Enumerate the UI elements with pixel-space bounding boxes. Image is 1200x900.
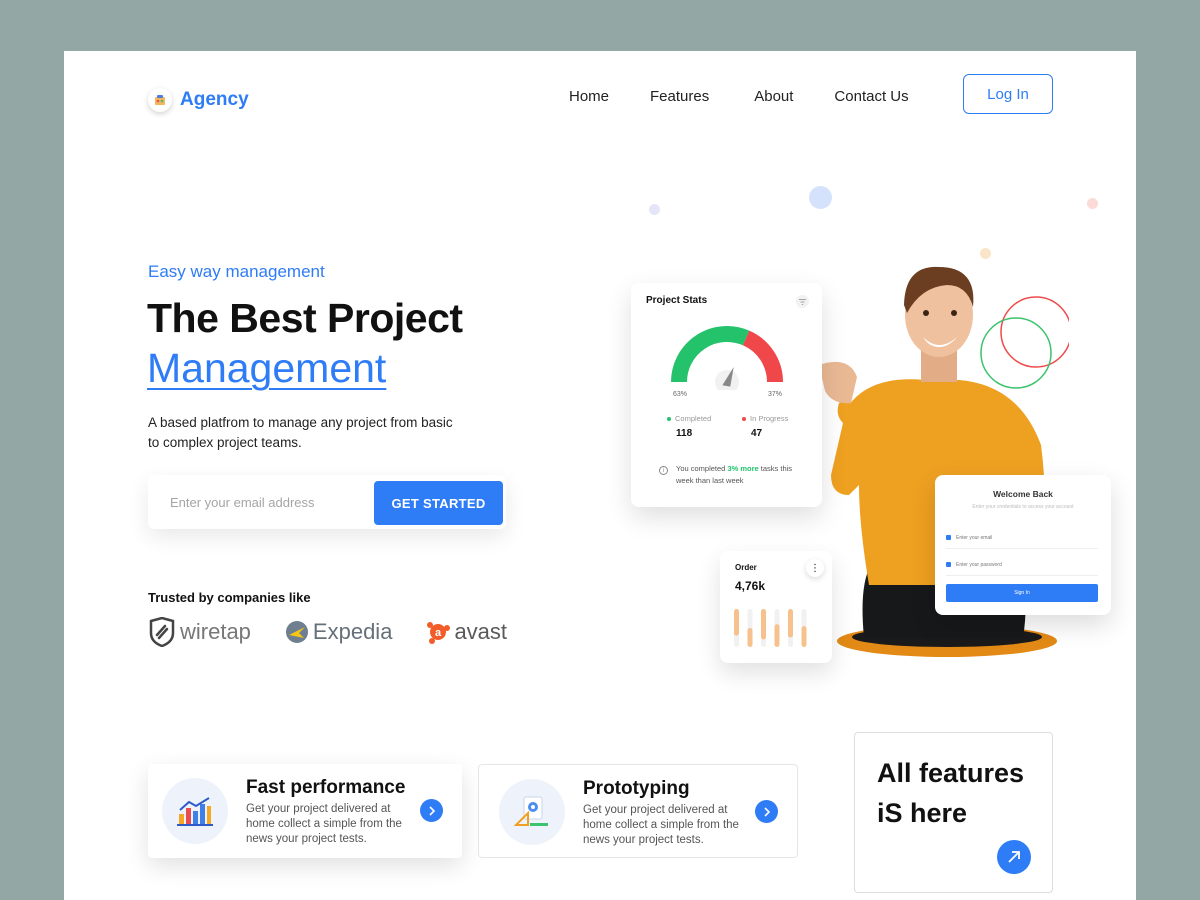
hero-description: A based platfrom to manage any project f… — [148, 415, 453, 450]
brand-avast: a avast — [426, 619, 507, 645]
hero-title-highlight: Management — [147, 345, 387, 391]
email-input[interactable] — [170, 494, 350, 510]
hero-eyebrow: Easy way management — [148, 262, 325, 281]
logo-text: Agency — [180, 89, 249, 110]
welcome-password-field[interactable]: Enter your password — [946, 554, 1098, 576]
welcome-title: Welcome Back — [993, 489, 1053, 499]
welcome-back-card: Welcome Back Enter your credentials to a… — [935, 475, 1111, 615]
nav-home[interactable]: Home — [569, 88, 609, 105]
design-tools-icon — [499, 779, 565, 845]
more-vertical-icon[interactable]: ⋮ — [806, 559, 824, 577]
chevron-right-icon[interactable] — [420, 799, 443, 822]
welcome-subtitle: Enter your credentials to access your ac… — [972, 504, 1074, 510]
stats-note: You completed 3% more tasks this week th… — [676, 464, 793, 485]
login-button[interactable]: Log In — [963, 74, 1053, 114]
order-bar — [774, 624, 780, 647]
get-started-button[interactable]: GET STARTED — [374, 481, 503, 525]
completed-percent: 63% — [673, 391, 688, 398]
filter-icon[interactable] — [796, 295, 809, 308]
order-value: 4,76k — [735, 579, 766, 593]
in-progress-percent: 37% — [768, 391, 783, 398]
logo[interactable]: Agency — [148, 88, 249, 112]
trusted-label: Trusted by companies like — [148, 590, 311, 605]
main-nav: Home Features About Contact Us — [569, 88, 950, 105]
brand-expedia: Expedia — [285, 619, 392, 645]
feature-title: Fast performance — [246, 777, 406, 798]
logo-icon — [148, 88, 172, 112]
chevron-right-icon[interactable] — [755, 800, 778, 823]
decor-dot — [809, 186, 832, 209]
in-progress-legend: In Progress — [742, 414, 788, 423]
nav-contact-us[interactable]: Contact Us — [834, 88, 908, 105]
all-features-title: All features iS here — [877, 758, 1025, 828]
feature-card-prototyping[interactable]: Prototyping Get your project delivered a… — [478, 764, 798, 858]
feature-title: Prototyping — [583, 778, 690, 799]
all-features-card[interactable]: All features iS here — [854, 732, 1053, 893]
order-bar-chart — [734, 609, 807, 647]
gauge-in-progress-arc — [742, 330, 783, 383]
wiretap-shield-icon — [149, 617, 175, 647]
brand-logos: wiretap Expedia a avast — [148, 617, 507, 647]
bar-chart-icon — [162, 778, 228, 844]
completed-value: 118 — [676, 428, 693, 439]
gauge-chart — [671, 326, 783, 390]
lock-icon — [946, 562, 951, 567]
nav-features[interactable]: Features — [650, 88, 709, 105]
order-bar — [801, 626, 807, 647]
decor-dot — [649, 204, 660, 215]
brand-wiretap: wiretap — [148, 617, 251, 647]
arrow-up-right-icon[interactable] — [997, 840, 1031, 874]
expedia-globe-icon — [285, 621, 308, 643]
stats-title: Project Stats — [646, 295, 708, 306]
in-progress-value: 47 — [751, 428, 763, 439]
feature-card-fast-performance[interactable]: Fast performance Get your project delive… — [148, 764, 462, 858]
avast-icon: a — [427, 622, 451, 644]
order-title: Order — [735, 563, 757, 572]
order-bar — [788, 609, 793, 638]
email-signup-form: GET STARTED — [148, 475, 506, 529]
order-bar — [761, 609, 766, 640]
feature-text: Get your project delivered at home colle… — [583, 804, 739, 846]
decor-dot — [1087, 198, 1098, 209]
order-bar — [734, 609, 739, 636]
hero-title: The Best Project — [147, 295, 463, 341]
order-bar — [747, 628, 753, 647]
welcome-email-field[interactable]: Enter your email — [946, 527, 1098, 549]
project-stats-card: Project Stats 63% 37% Completed In Progr… — [631, 283, 822, 507]
landing-page: Agency Home Features About Contact Us Lo… — [64, 51, 1136, 900]
sign-in-button[interactable]: Sign In — [946, 584, 1098, 602]
mail-icon — [946, 535, 951, 540]
order-card: Order 4,76k ⋮ — [720, 551, 832, 663]
svg-text:a: a — [435, 627, 442, 639]
feature-text: Get your project delivered at home colle… — [246, 803, 402, 845]
completed-legend: Completed — [667, 414, 711, 423]
nav-about[interactable]: About — [754, 88, 793, 105]
